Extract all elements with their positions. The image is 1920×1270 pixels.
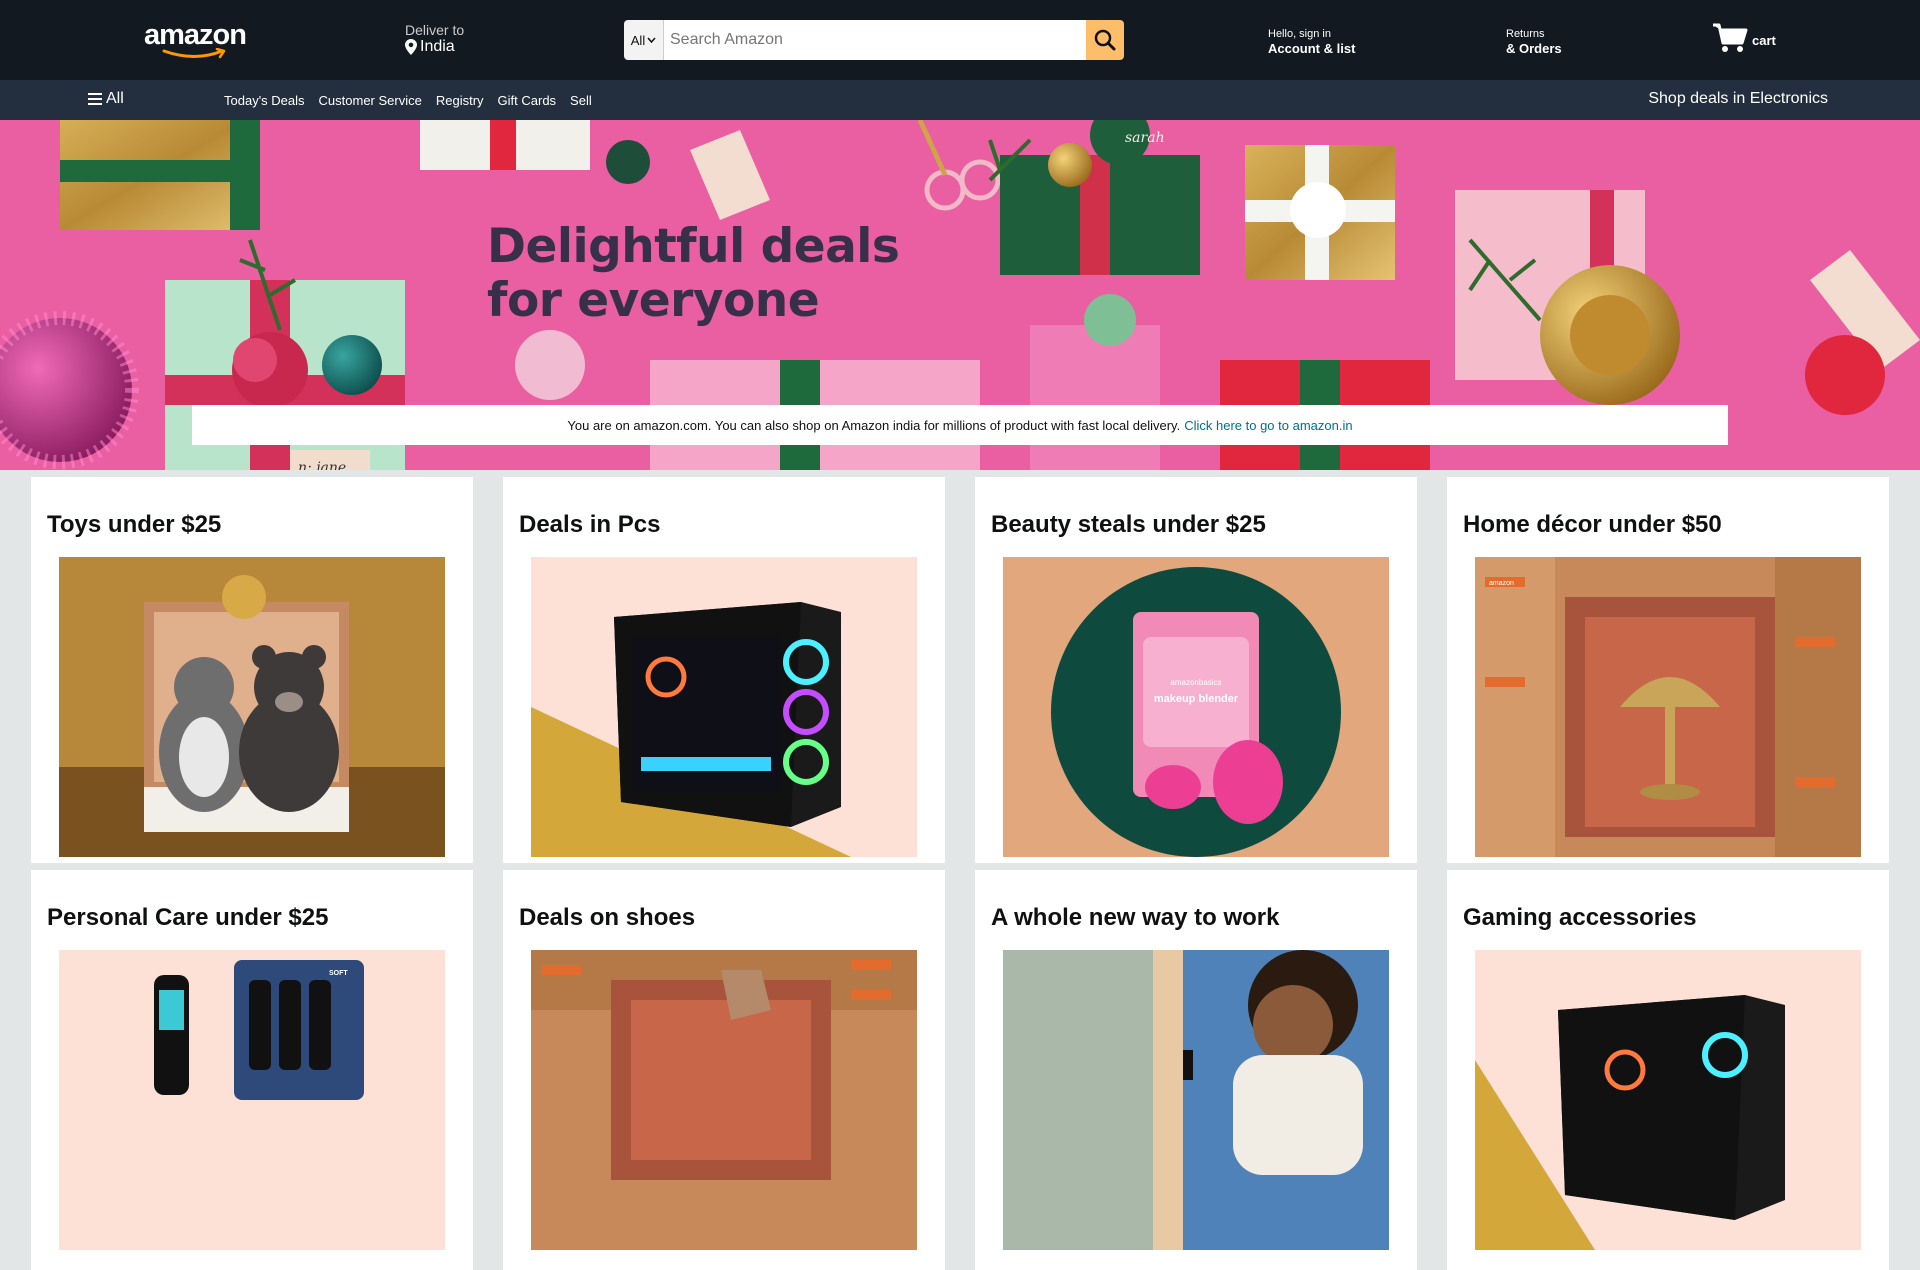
locale-notice-bar: You are on amazon.com. You can also shop… [192,405,1728,445]
returns-label: Returns [1506,28,1545,40]
search-button[interactable] [1086,20,1124,60]
cart-icon [1713,23,1748,52]
logo-text: amazon [144,18,247,51]
hero-title-line-2: for everyone [487,273,820,328]
chevron-down-icon [647,37,656,43]
deliver-label: Deliver to [405,22,465,38]
product-brand-text: amazonbasics [1170,678,1221,687]
hero-banner[interactable]: sarah n: jane Delightful deals for every… [0,120,1920,470]
subnav-links: Today's Deals Customer Service Registry … [224,93,592,108]
card-title[interactable]: Home décor under $50 [1463,511,1722,539]
card-gaming-accessories[interactable]: Gaming accessories [1447,870,1889,1270]
deliver-location: India [420,38,455,55]
search-category-value: All [630,32,646,48]
box-brand-text: amazon [1489,580,1514,587]
card-image-shoes-in-boxes[interactable] [531,950,917,1250]
hero-title: Delightful deals for everyone [487,219,900,328]
person-working-image [1003,950,1389,1250]
card-image-makeup-blender[interactable]: amazonbasics makeup blender [1003,557,1389,857]
card-title[interactable]: Toys under $25 [47,511,221,539]
card-title[interactable]: Deals on shoes [519,904,695,932]
gaming-pc-image [531,557,917,857]
nav-link-sell[interactable]: Sell [570,93,592,108]
card-new-way-to-work[interactable]: A whole new way to work [975,870,1417,1270]
all-menu-label: All [106,90,124,107]
card-image-person-working[interactable] [1003,950,1389,1250]
card-image-gaming-pc-2[interactable] [1475,950,1861,1250]
card-image-plush-toys[interactable] [59,557,445,857]
nav-link-gift-cards[interactable]: Gift Cards [498,93,557,108]
go-to-amazon-in-link[interactable]: Click here to go to amazon.in [1184,418,1352,433]
deliver-to-location[interactable]: Deliver to India [405,22,464,56]
hamburger-menu-icon [88,93,102,105]
card-deals-in-pcs[interactable]: Deals in Pcs [503,477,945,863]
account-and-lists[interactable]: Hello, sign in Account & list [1268,27,1355,57]
card-title[interactable]: Personal Care under $25 [47,904,328,932]
amazon-logo[interactable]: amazon [144,16,247,64]
card-title[interactable]: Beauty steals under $25 [991,511,1266,539]
card-home-decor-under-50[interactable]: Home décor under $50 amazon [1447,477,1889,863]
card-title[interactable]: Deals in Pcs [519,511,660,539]
card-title[interactable]: A whole new way to work [991,904,1280,932]
card-personal-care-under-25[interactable]: Personal Care under $25 SOFT [31,870,473,1270]
lamp-in-boxes-image: amazon [1475,557,1861,857]
top-navigation-bar: amazon Deliver to India All Hello, sig [0,0,1920,80]
card-toys-under-25[interactable]: Toys under $25 [31,477,473,863]
shoes-in-boxes-image [531,950,917,1250]
toothbrushes-image: SOFT [59,950,445,1250]
gift-tag-jane: n: jane [298,460,346,470]
card-image-lamp-in-boxes[interactable]: amazon [1475,557,1861,857]
electronics-deals-link[interactable]: Shop deals in Electronics [1648,90,1828,108]
account-label: Account & list [1268,41,1356,56]
secondary-navigation-bar: All Today's Deals Customer Service Regis… [0,80,1920,120]
card-title[interactable]: Gaming accessories [1463,904,1696,932]
card-image-toothbrushes[interactable]: SOFT [59,950,445,1250]
search-bar: All [624,20,1124,60]
search-icon [1094,29,1116,51]
search-category-select[interactable]: All [624,20,664,60]
card-beauty-steals-under-25[interactable]: Beauty steals under $25 amazonbasics mak… [975,477,1417,863]
nav-link-customer-service[interactable]: Customer Service [319,93,422,108]
gaming-pc-image-2 [1475,950,1861,1250]
account-greeting: Hello, sign in [1268,28,1331,40]
returns-and-orders[interactable]: Returns & Orders [1506,27,1562,57]
all-menu-button[interactable]: All [88,90,124,108]
nav-link-registry[interactable]: Registry [436,93,484,108]
nav-link-todays-deals[interactable]: Today's Deals [224,93,305,108]
location-pin-icon [405,39,417,55]
package-label-text: SOFT [329,970,348,977]
orders-label: & Orders [1506,41,1562,56]
makeup-blender-image: amazonbasics makeup blender [1003,557,1389,857]
card-image-gaming-pc[interactable] [531,557,917,857]
product-name-text: makeup blender [1154,693,1239,705]
hero-title-line-1: Delightful deals [487,219,900,274]
plush-toys-image [59,557,445,857]
smile-arrow-icon [162,47,226,58]
cart-label: cart [1752,33,1776,48]
search-input[interactable] [664,20,1086,60]
card-deals-on-shoes[interactable]: Deals on shoes [503,870,945,1270]
cart-button[interactable]: cart [1712,22,1776,54]
gift-tag-name: sarah [1125,130,1165,146]
locale-notice-text: You are on amazon.com. You can also shop… [567,417,1181,433]
